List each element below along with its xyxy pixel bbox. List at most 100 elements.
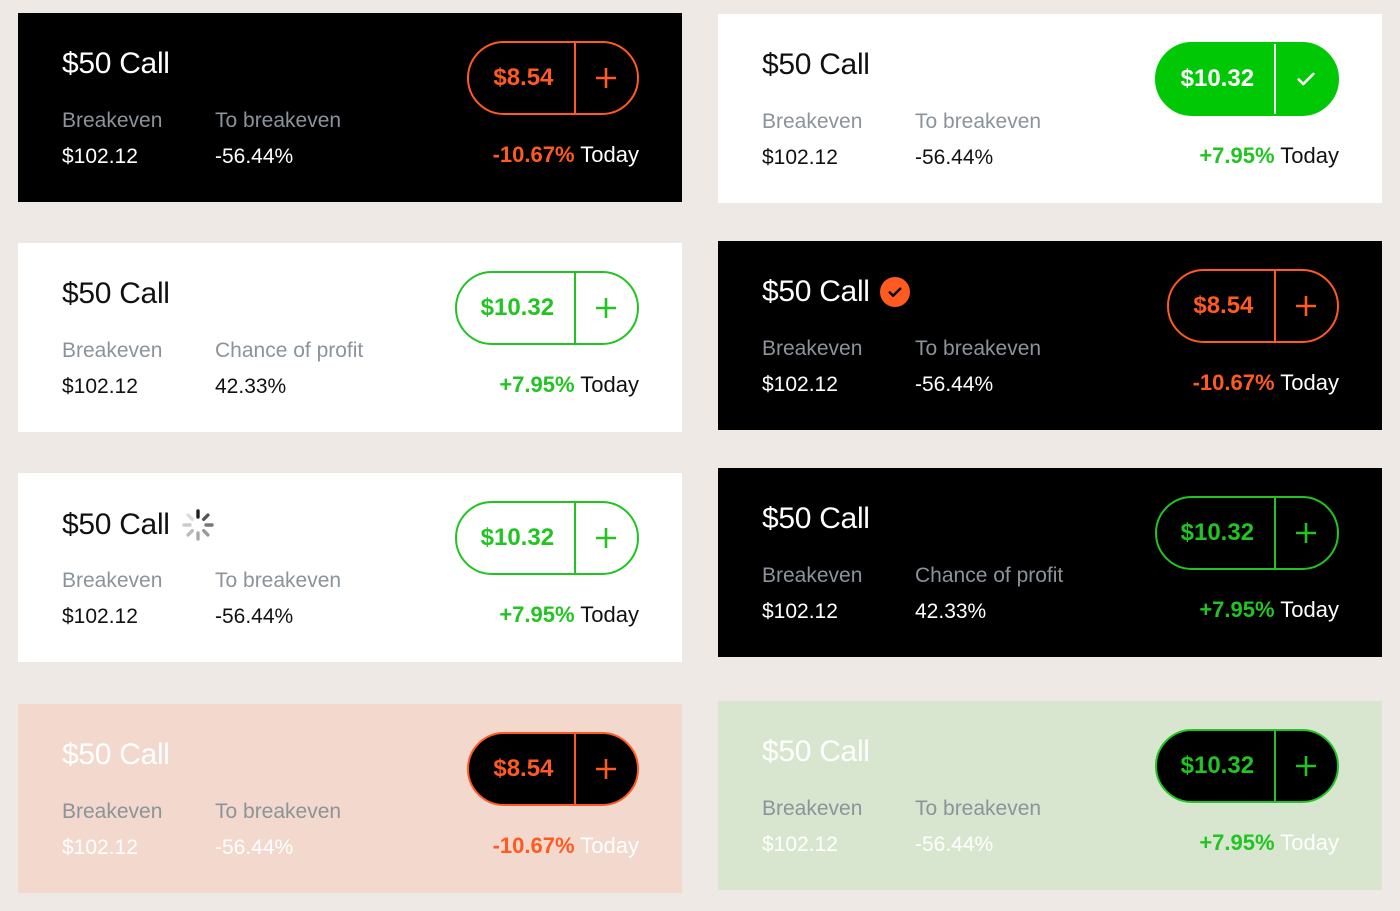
to-breakeven-label: To breakeven [215,109,342,132]
option-card-4[interactable]: $50 Call Breakeven $102.12 To breakeven … [18,473,682,662]
check-circle-icon [879,277,910,307]
breakeven-value: $102.12 [762,146,838,169]
option-title: $50 Call [62,507,216,543]
price-button[interactable]: $10.32 [1157,44,1276,114]
today-label: Today [1280,597,1339,622]
daily-change: +7.95% Today [499,602,639,628]
price-pill[interactable]: $8.54 [467,732,639,806]
add-button[interactable] [576,503,637,573]
option-card-1[interactable]: $50 Call Breakeven $102.12 To breakeven … [718,14,1382,203]
to-breakeven-value: -56.44% [215,605,294,628]
option-title: $50 Call [762,502,870,535]
change-percent: -10.67% [492,833,575,858]
option-card-2[interactable]: $50 Call Breakeven $102.12 Chance of pro… [18,243,682,432]
breakeven-value: $102.12 [762,833,838,856]
to-breakeven-value: -56.44% [915,373,994,396]
price-pill[interactable]: $8.54 [1167,269,1339,343]
price-button[interactable]: $10.32 [457,503,576,573]
today-label: Today [580,833,639,858]
breakeven-label: Breakeven [62,339,163,362]
today-label: Today [580,602,639,627]
plus-icon [596,68,617,88]
plus-icon [1296,523,1317,543]
to-breakeven-value: -56.44% [215,145,294,168]
checkmark-icon [1297,72,1315,86]
price-button[interactable]: $8.54 [469,43,576,113]
plus-icon [596,528,617,548]
option-card-3[interactable]: $50 Call Breakeven $102.12 To breakeven … [718,241,1382,430]
today-label: Today [580,142,639,167]
today-label: Today [1280,370,1339,395]
to-breakeven-label: To breakeven [215,800,342,823]
daily-change: -10.67% Today [493,833,639,859]
plus-icon [596,298,617,318]
option-card-5[interactable]: $50 Call Breakeven $102.12 Chance of pro… [718,468,1382,657]
add-button[interactable] [1276,271,1337,341]
change-percent: +7.95% [1199,830,1275,855]
option-title: $50 Call [62,47,170,80]
daily-change: -10.67% Today [493,142,639,168]
daily-change: +7.95% Today [1199,143,1339,169]
loading-spinner-icon [181,509,214,541]
breakeven-value: $102.12 [762,600,838,623]
chance-of-profit-label: Chance of profit [215,339,364,362]
plus-icon [596,759,617,779]
add-button[interactable] [576,734,637,804]
price-button[interactable]: $10.32 [1157,498,1276,568]
price-pill[interactable]: $10.32 [455,271,639,345]
option-title: $50 Call [62,277,170,310]
price-pill[interactable]: $10.32 [1155,496,1339,570]
breakeven-label: Breakeven [62,800,163,823]
plus-icon [1296,756,1317,776]
option-title: $50 Call [762,735,870,768]
breakeven-value: $102.12 [62,375,138,398]
change-percent: -10.67% [1192,370,1275,395]
chance-of-profit-label: Chance of profit [915,564,1064,587]
change-percent: +7.95% [1199,597,1275,622]
chance-of-profit-value: 42.33% [215,375,287,398]
today-label: Today [1280,830,1339,855]
to-breakeven-value: -56.44% [915,146,994,169]
option-card-7[interactable]: $50 Call Breakeven $102.12 To breakeven … [718,701,1382,890]
option-title: $50 Call [762,48,870,81]
breakeven-label: Breakeven [762,797,863,820]
to-breakeven-value: -56.44% [915,833,994,856]
add-button[interactable] [576,273,637,343]
to-breakeven-label: To breakeven [215,569,342,592]
add-button[interactable] [1276,498,1337,568]
price-button[interactable]: $8.54 [469,734,576,804]
breakeven-label: Breakeven [62,569,163,592]
price-pill[interactable]: $10.32 [1155,42,1339,116]
to-breakeven-label: To breakeven [915,797,1042,820]
price-pill[interactable]: $10.32 [1155,729,1339,803]
option-card-6[interactable]: $50 Call Breakeven $102.12 To breakeven … [18,704,682,893]
to-breakeven-label: To breakeven [915,110,1042,133]
breakeven-label: Breakeven [762,110,863,133]
today-label: Today [580,372,639,397]
daily-change: +7.95% Today [1199,597,1339,623]
price-pill[interactable]: $10.32 [455,501,639,575]
option-card-0[interactable]: $50 Call Breakeven $102.12 To breakeven … [18,13,682,202]
price-pill[interactable]: $8.54 [467,41,639,115]
to-breakeven-value: -56.44% [215,836,294,859]
plus-icon [1296,296,1317,316]
option-title: $50 Call [62,738,170,771]
breakeven-value: $102.12 [62,145,138,168]
change-percent: -10.67% [492,142,575,167]
chance-of-profit-value: 42.33% [915,600,987,623]
add-button[interactable] [1276,731,1337,801]
price-button[interactable]: $8.54 [1169,271,1276,341]
to-breakeven-label: To breakeven [915,337,1042,360]
added-button[interactable] [1276,44,1337,114]
price-button[interactable]: $10.32 [457,273,576,343]
option-title: $50 Call [762,275,910,309]
change-percent: +7.95% [499,602,575,627]
add-button[interactable] [576,43,637,113]
breakeven-label: Breakeven [762,564,863,587]
change-percent: +7.95% [499,372,575,397]
breakeven-label: Breakeven [762,337,863,360]
price-button[interactable]: $10.32 [1157,731,1276,801]
breakeven-value: $102.12 [762,373,838,396]
breakeven-value: $102.12 [62,605,138,628]
breakeven-value: $102.12 [62,836,138,859]
